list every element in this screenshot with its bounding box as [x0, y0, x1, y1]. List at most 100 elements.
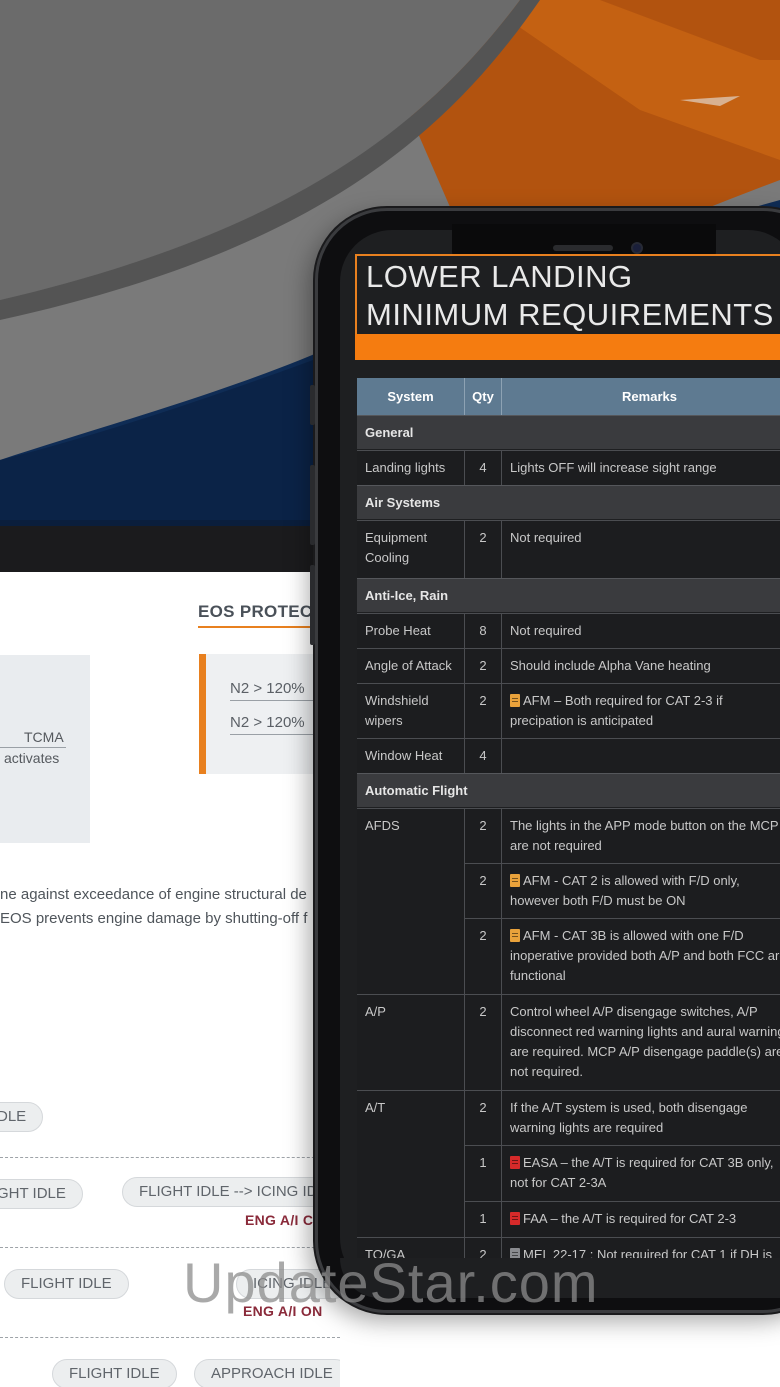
- n2-divider: [230, 734, 320, 735]
- remarks-cell: Lights OFF will increase sight range: [510, 460, 717, 475]
- dashed-divider: [0, 1247, 340, 1248]
- n2-limit-label: N2 > 120%: [230, 714, 305, 731]
- afm-document-icon[interactable]: [510, 874, 520, 887]
- table-row: Windshield wipers 2 AFM – Both required …: [357, 683, 780, 738]
- remarks-text: AFM - CAT 2 is allowed with F/D only, ho…: [510, 873, 740, 908]
- idle-state-pill[interactable]: FLIGHT IDLE: [4, 1269, 129, 1299]
- section-label: General: [365, 425, 414, 440]
- qty-cell: 2: [465, 919, 502, 994]
- remarks-cell: AFM - CAT 3B is allowed with one F/D ino…: [502, 919, 780, 994]
- section-row-general: General: [357, 415, 780, 449]
- phone-side-button: [310, 385, 315, 425]
- eng-anti-ice-label: ENG A/I C: [245, 1212, 314, 1228]
- remarks-cell: If the A/T system is used, both disengag…: [510, 1100, 748, 1135]
- remarks-text: FAA – the A/T is required for CAT 2-3: [523, 1211, 737, 1226]
- tcma-divider: [0, 747, 66, 748]
- qty-cell: 1: [465, 1202, 502, 1237]
- table-row: A/P 2 Control wheel A/P disengage switch…: [357, 994, 780, 1090]
- remarks-cell: FAA – the A/T is required for CAT 2-3: [502, 1202, 780, 1237]
- table-row: 2 If the A/T system is used, both diseng…: [465, 1090, 780, 1145]
- phone-side-button: [310, 565, 315, 645]
- afm-document-icon[interactable]: [510, 929, 520, 942]
- table-header: System Qty Remarks: [357, 378, 780, 415]
- description-line: ne against exceedance of engine structur…: [0, 886, 307, 903]
- remarks-cell: The lights in the APP mode button on the…: [510, 818, 779, 853]
- table-row: 2 The lights in the APP mode button on t…: [465, 808, 780, 863]
- watermark-text: UpdateStar.com: [183, 1251, 599, 1314]
- qty-cell: 2: [465, 809, 502, 863]
- table-row: 1 FAA – the A/T is required for CAT 2-3: [465, 1201, 780, 1237]
- remarks-cell: AFM – Both required for CAT 2-3 if preci…: [502, 684, 780, 738]
- afm-document-icon[interactable]: [510, 694, 520, 707]
- front-camera-icon: [631, 242, 643, 254]
- qty-cell: 2: [465, 1091, 502, 1145]
- tcma-card: [0, 655, 90, 843]
- column-header-qty[interactable]: Qty: [465, 378, 502, 415]
- remarks-text: EASA – the A/T is required for CAT 3B on…: [510, 1155, 774, 1190]
- n2-limit-label: N2 > 120%: [230, 680, 305, 697]
- table-row: Probe Heat 8 Not required: [357, 613, 780, 648]
- remarks-text: AFM - CAT 3B is allowed with one F/D ino…: [510, 928, 780, 983]
- heading-underline: [198, 626, 328, 628]
- system-cell: Probe Heat: [357, 614, 465, 648]
- tcma-label: TCMA: [24, 729, 64, 745]
- column-header-system[interactable]: System: [357, 378, 465, 415]
- page-title: LOWER LANDING MINIMUM REQUIREMENTS: [366, 259, 774, 332]
- section-row-anti-ice: Anti-Ice, Rain: [357, 578, 780, 612]
- dashed-divider: [0, 1337, 340, 1338]
- qty-cell: 2: [465, 995, 502, 1090]
- system-cell: Landing lights: [357, 451, 465, 485]
- remarks-cell: Not required: [510, 623, 582, 638]
- qty-cell: 2: [465, 649, 502, 683]
- idle-state-pill[interactable]: APPROACH IDLE: [194, 1359, 340, 1387]
- system-cell: Windshield wipers: [357, 684, 465, 738]
- n2-card-accent: [199, 654, 206, 774]
- table-row: 2 AFM - CAT 3B is allowed with one F/D i…: [465, 918, 780, 994]
- remarks-cell: Not required: [510, 530, 582, 545]
- dashed-divider: [0, 1157, 340, 1158]
- qty-cell: 2: [465, 864, 502, 918]
- table-row: 1 EASA – the A/T is required for CAT 3B …: [465, 1145, 780, 1201]
- description-line: EOS prevents engine damage by shutting-o…: [0, 910, 308, 927]
- phone-side-button: [310, 465, 315, 545]
- idle-state-pill[interactable]: FLIGHT IDLE: [52, 1359, 177, 1387]
- easa-document-icon[interactable]: [510, 1156, 520, 1169]
- idle-state-pill[interactable]: FLIGHT IDLE --> ICING IDL: [122, 1177, 340, 1207]
- screenshot-stage: EOS PROTEC TCMA activates N2 > 120% N2 >…: [0, 0, 780, 1387]
- table-row: 2 AFM - CAT 2 is allowed with F/D only, …: [465, 863, 780, 918]
- system-cell: Window Heat: [357, 739, 465, 773]
- table-row: Landing lights 4 Lights OFF will increas…: [357, 450, 780, 485]
- tcma-activates-label: activates: [4, 750, 60, 766]
- idle-state-pill[interactable]: GHT IDLE: [0, 1179, 83, 1209]
- qty-cell: 4: [465, 451, 502, 485]
- system-cell: Angle of Attack: [357, 649, 465, 683]
- section-row-air-systems: Air Systems: [357, 485, 780, 519]
- system-cell: A/T: [357, 1091, 465, 1237]
- section-label: Automatic Flight: [365, 783, 468, 798]
- title-accent-band: [355, 334, 780, 360]
- remarks-cell: [502, 739, 780, 773]
- remarks-cell: AFM - CAT 2 is allowed with F/D only, ho…: [502, 864, 780, 918]
- remarks-cell: EASA – the A/T is required for CAT 3B on…: [502, 1146, 780, 1201]
- n2-divider: [230, 700, 320, 701]
- faa-document-icon[interactable]: [510, 1212, 520, 1225]
- qty-cell: 1: [465, 1146, 502, 1201]
- column-header-remarks[interactable]: Remarks: [502, 378, 780, 415]
- qty-cell: 2: [465, 521, 502, 578]
- section-label: Anti-Ice, Rain: [365, 588, 449, 603]
- eos-protection-heading: EOS PROTEC: [198, 602, 313, 621]
- table-row: Equipment Cooling 2 Not required: [357, 520, 780, 578]
- qty-cell: 4: [465, 739, 502, 773]
- speaker-grille: [553, 245, 613, 251]
- laptop-bezel: [0, 526, 330, 572]
- remarks-cell: Should include Alpha Vane heating: [510, 658, 711, 673]
- table-row: Window Heat 4: [357, 738, 780, 773]
- system-cell: Equipment Cooling: [357, 521, 465, 578]
- section-row-automatic-flight: Automatic Flight: [357, 773, 780, 807]
- remarks-text: AFM – Both required for CAT 2-3 if preci…: [510, 693, 723, 728]
- qty-cell: 8: [465, 614, 502, 648]
- section-label: Air Systems: [365, 495, 441, 510]
- remarks-cell: Control wheel A/P disengage switches, A/…: [510, 1004, 780, 1079]
- idle-state-pill[interactable]: DLE: [0, 1102, 44, 1132]
- system-cell: AFDS: [357, 809, 465, 994]
